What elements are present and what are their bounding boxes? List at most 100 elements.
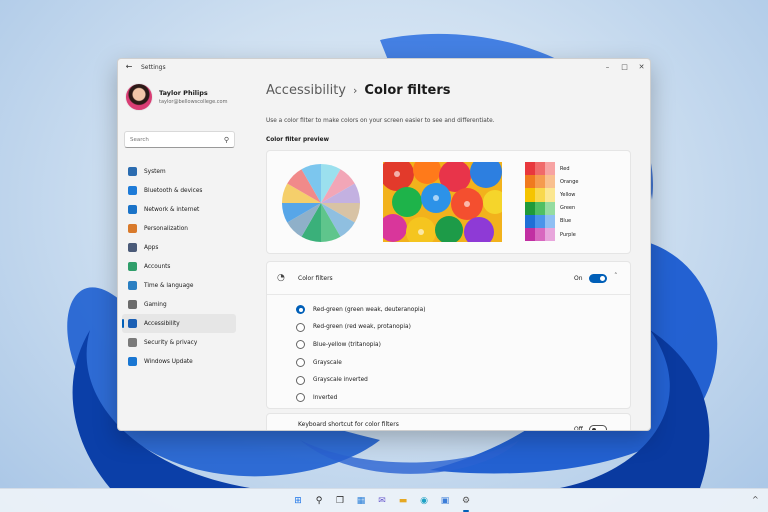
filter-options: Red-green (green weak, deuteranopia) Red-… [296,301,425,407]
sidebar-item-time-language[interactable]: Time & language [122,276,236,295]
breadcrumb-parent[interactable]: Accessibility [266,83,346,98]
wifi-icon [128,205,137,214]
sidebar-nav: System Bluetooth & devices Network & inter… [122,162,236,371]
minimize-icon[interactable]: – [599,59,616,75]
taskbar-icons: ⊞ ⚲ ❐ ▦ ✉ ▬ ◉ ▣ ⚙ [290,493,479,512]
color-filters-toggle[interactable] [589,274,607,283]
settings-window: ← Settings – □ ✕ Taylor Philips taylor@b… [117,58,651,431]
umbrella-photo [383,162,502,242]
search-input[interactable]: Search ⚲ [124,131,235,148]
preview-label: Color filter preview [266,137,329,143]
file-explorer-icon[interactable]: ▬ [395,493,411,509]
swatch-row: Blue [525,214,578,228]
filter-option[interactable]: Red-green (red weak, protanopia) [296,319,425,337]
tray-chevron-icon[interactable]: ^ [752,495,759,504]
swatch-label: Orange [560,178,579,185]
swatch-cell [525,227,535,242]
swatch-cell [545,227,555,242]
edge-icon[interactable]: ◉ [416,493,432,509]
swatch-cell [525,175,535,189]
sidebar-item-label: Accessibility [144,320,180,327]
swatch-cell [525,162,535,176]
maximize-icon[interactable]: □ [616,59,633,75]
sidebar-item-apps[interactable]: Apps [122,238,236,257]
sidebar-item-bluetooth-devices[interactable]: Bluetooth & devices [122,181,236,200]
bluetooth-icon [128,186,137,195]
radio-button[interactable] [296,305,305,315]
swatch-cell [535,227,545,242]
accessibility-icon [128,319,137,328]
swatch-cell [545,175,555,189]
shield-icon [128,338,137,347]
swatch-label: Green [560,205,576,212]
filter-option[interactable]: Grayscale [296,354,425,372]
color-filters-header[interactable]: ◔ Color filters On ˄ [267,262,630,295]
swatch-cell [535,175,545,189]
filter-option-label: Grayscale [313,359,342,366]
window-title: Settings [141,63,166,71]
sidebar-item-accessibility[interactable]: Accessibility [122,314,236,333]
swatch-label: Yellow [560,191,576,198]
task-view-icon[interactable]: ❐ [332,493,348,509]
keyboard-shortcut-card: Keyboard shortcut for color filters Off [266,413,631,431]
color-filters-state: On [574,275,583,282]
main-content: Accessibility › Color filters Use a colo… [266,75,646,431]
search-icon[interactable]: ⚲ [311,493,327,509]
filter-option[interactable]: Blue-yellow (tritanopia) [296,336,425,354]
close-icon[interactable]: ✕ [633,59,650,75]
sidebar-item-security-privacy[interactable]: Security & privacy [122,333,236,352]
profile-email: taylor@bellowscollege.com [159,99,228,105]
sidebar-item-gaming[interactable]: Gaming [122,295,236,314]
start-icon[interactable]: ⊞ [290,493,306,509]
back-arrow-icon[interactable]: ← [123,61,135,73]
filter-option-label: Inverted [313,394,338,401]
color-filters-label: Color filters [298,275,333,282]
swatch-cell [545,214,555,228]
filter-option-label: Red-green (red weak, protanopia) [313,324,411,331]
sidebar-item-system[interactable]: System [122,162,236,181]
chat-icon[interactable]: ✉ [374,493,390,509]
color-filter-preview: Red Orange Yellow Green Blue Purple [266,150,631,254]
refresh-icon [128,357,137,366]
keyboard-shortcut-toggle[interactable] [589,425,607,430]
swatch-cell [535,214,545,228]
sidebar-item-accounts[interactable]: Accounts [122,257,236,276]
color-filters-card: ◔ Color filters On ˄ Red-green (green we… [266,261,631,409]
search-icon: ⚲ [223,135,229,144]
radio-button[interactable] [296,393,305,403]
sidebar-item-label: Accounts [144,263,171,270]
swatch-row: Red [525,162,578,176]
swatch-row: Orange [525,175,579,189]
radio-button[interactable] [296,322,305,332]
brush-icon [128,224,137,233]
monitor-icon [128,167,137,176]
filter-option[interactable]: Inverted [296,389,425,407]
settings-icon[interactable]: ⚙ [458,493,474,512]
keyboard-shortcut-state: Off [574,426,583,431]
filter-option[interactable]: Red-green (green weak, deuteranopia) [296,301,425,319]
widgets-icon[interactable]: ▦ [353,493,369,509]
sidebar-item-windows-update[interactable]: Windows Update [122,352,236,371]
color-filter-icon: ◔ [277,273,285,283]
radio-button[interactable] [296,358,305,368]
radio-button[interactable] [296,340,305,350]
sidebar-item-personalization[interactable]: Personalization [122,219,236,238]
swatch-label: Purple [560,231,576,238]
filter-option[interactable]: Grayscale inverted [296,371,425,389]
taskbar: ⊞ ⚲ ❐ ▦ ✉ ▬ ◉ ▣ ⚙ ^ [0,488,768,512]
swatch-cell [525,201,535,215]
avatar [125,83,153,111]
sidebar-item-network-internet[interactable]: Network & internet [122,200,236,219]
swatch-cell [535,201,545,215]
keyboard-shortcut-title: Keyboard shortcut for color filters [298,421,399,428]
chevron-up-icon[interactable]: ˄ [614,272,618,280]
store-icon[interactable]: ▣ [437,493,453,509]
sidebar-item-label: System [144,168,166,175]
swatch-row: Purple [525,227,578,242]
profile[interactable]: Taylor Philips taylor@bellowscollege.com [125,83,227,111]
sidebar-item-label: Time & language [144,282,194,289]
radio-button[interactable] [296,375,305,385]
sidebar: Taylor Philips taylor@bellowscollege.com… [118,75,248,430]
sidebar-item-label: Gaming [144,301,167,308]
breadcrumb: Accessibility › Color filters [266,83,450,98]
